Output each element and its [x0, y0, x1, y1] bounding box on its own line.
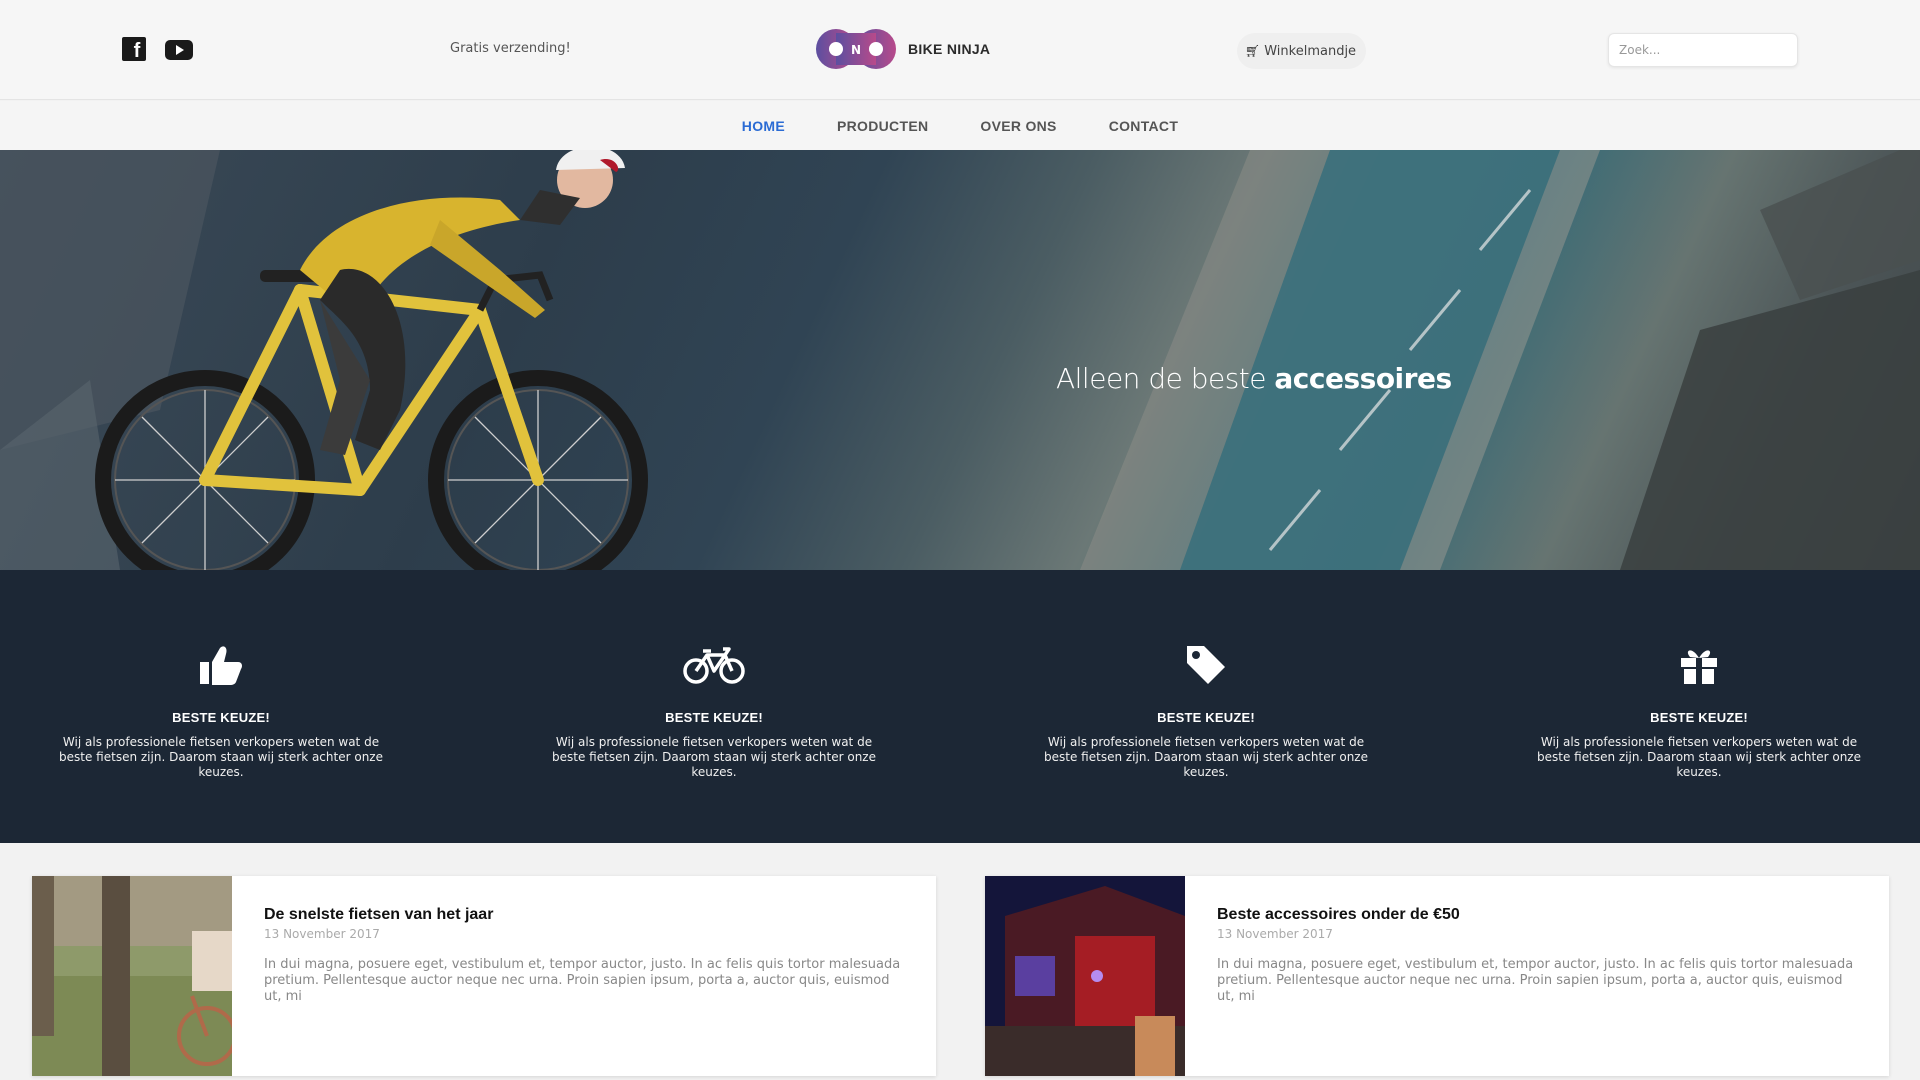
feature-text: Wij als professionele fietsen verkopers …: [1537, 735, 1861, 779]
post-body: Beste accessoires onder de €50 13 Novemb…: [1217, 906, 1857, 1005]
post-date: 13 November 2017: [264, 927, 380, 941]
youtube-icon[interactable]: [165, 40, 193, 60]
nav-over-ons[interactable]: OVER ONS: [980, 118, 1056, 134]
nav-contact[interactable]: CONTACT: [1109, 118, 1179, 134]
gift-icon: [1681, 650, 1717, 684]
shipping-notice: Gratis verzending!: [450, 41, 571, 56]
top-header: f Gratis verzending! N BIKE NINJA 🛒︎ Win…: [0, 0, 1920, 100]
bicycle-icon: [683, 647, 745, 684]
facebook-icon[interactable]: f: [122, 37, 146, 62]
blog-card[interactable]: Beste accessoires onder de €50 13 Novemb…: [985, 876, 1889, 1076]
feature-item: BESTE KEUZE! Wij als professionele fiets…: [1529, 642, 1869, 780]
post-excerpt: In dui magna, posuere eget, vestibulum e…: [264, 957, 901, 1004]
blog-card[interactable]: De snelste fietsen van het jaar 13 Novem…: [32, 876, 936, 1076]
nav-home[interactable]: HOME: [742, 118, 785, 134]
feature-title: BESTE KEUZE!: [1157, 710, 1255, 725]
feature-title: BESTE KEUZE!: [1650, 710, 1748, 725]
features-band: BESTE KEUZE! Wij als professionele fiets…: [0, 570, 1920, 843]
feature-text: Wij als professionele fietsen verkopers …: [59, 735, 383, 779]
svg-text:N: N: [851, 43, 861, 57]
post-thumbnail[interactable]: [985, 876, 1185, 1076]
feature-item: BESTE KEUZE! Wij als professionele fiets…: [51, 642, 391, 780]
feature-title: BESTE KEUZE!: [665, 710, 763, 725]
search-input[interactable]: [1608, 33, 1798, 67]
post-date: 13 November 2017: [1217, 927, 1333, 941]
bike-ninja-logo[interactable]: N: [815, 27, 897, 71]
cart-label: Winkelmandje: [1264, 43, 1357, 59]
hero-banner: Alleen de beste accessoires: [0, 150, 1920, 570]
feature-text: Wij als professionele fietsen verkopers …: [1044, 735, 1368, 779]
post-excerpt: In dui magna, posuere eget, vestibulum e…: [1217, 957, 1854, 1004]
post-body: De snelste fietsen van het jaar 13 Novem…: [264, 906, 904, 1005]
hero-image: [0, 150, 1920, 570]
feature-item: BESTE KEUZE! Wij als professionele fiets…: [1036, 642, 1376, 780]
cart-icon: 🛒︎: [1245, 44, 1261, 58]
post-thumbnail[interactable]: [32, 876, 232, 1076]
brand-name[interactable]: BIKE NINJA: [908, 41, 990, 57]
thumbs-up-icon: [200, 646, 242, 685]
post-title[interactable]: Beste accessoires onder de €50: [1217, 906, 1857, 924]
feature-title: BESTE KEUZE!: [172, 710, 270, 725]
hero-title: Alleen de beste accessoires: [1056, 362, 1452, 395]
feature-text: Wij als professionele fietsen verkopers …: [552, 735, 876, 779]
nav-producten[interactable]: PRODUCTEN: [837, 118, 928, 134]
post-title[interactable]: De snelste fietsen van het jaar: [264, 906, 904, 924]
cart-button[interactable]: 🛒︎ Winkelmandje: [1237, 33, 1367, 69]
main-nav: HOME PRODUCTEN OVER ONS CONTACT: [0, 101, 1920, 150]
tag-icon: [1187, 646, 1225, 684]
feature-item: BESTE KEUZE! Wij als professionele fiets…: [544, 642, 884, 780]
